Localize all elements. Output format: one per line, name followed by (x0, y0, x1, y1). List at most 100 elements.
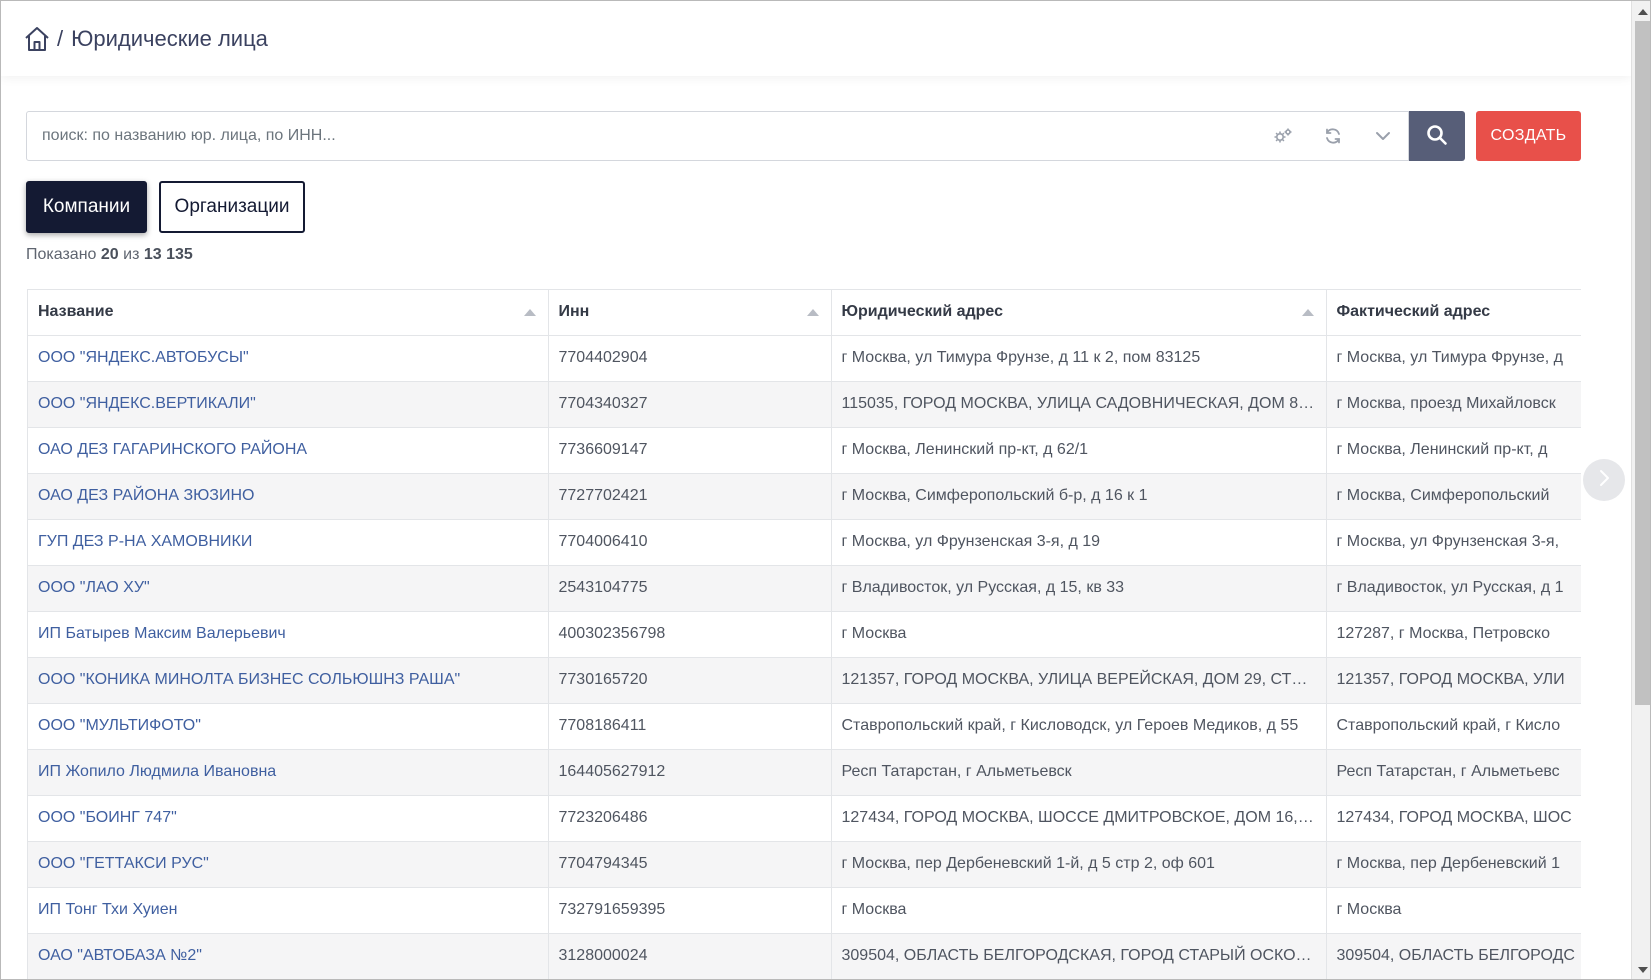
summary-prefix: Показано (26, 246, 97, 263)
search-bar: СОЗДАТЬ (26, 111, 1581, 161)
column-header-name[interactable]: Название (28, 290, 549, 336)
cell-name[interactable]: ООО "ЯНДЕКС.АВТОБУСЫ" (28, 335, 549, 382)
cell-legal-address: 309504, ОБЛАСТЬ БЕЛГОРОДСКАЯ, ГОРОД СТАР… (831, 933, 1327, 979)
cell-name[interactable]: ИП Жопило Людмила Ивановна (28, 749, 549, 796)
cell-legal-address: г Москва, ул Фрунзенская 3-я, д 19 (831, 519, 1327, 566)
table-row[interactable]: ООО "ЯНДЕКС.АВТОБУСЫ" 7704402904 г Москва,… (28, 335, 1581, 382)
cell-name[interactable]: ГУП ДЕЗ Р-НА ХАМОВНИКИ (28, 519, 549, 566)
cell-name[interactable]: ОАО ДЕЗ ГАГАРИНСКОГО РАЙОНА (28, 427, 549, 474)
column-header-legal-address[interactable]: Юридический адрес (831, 290, 1327, 336)
search-input[interactable] (42, 127, 1258, 145)
cell-inn: 7704340327 (548, 381, 832, 428)
cell-name[interactable]: ООО "ЯНДЕКС.ВЕРТИКАЛИ" (28, 381, 549, 428)
cell-actual-address: г Москва, ул Тимура Фрунзе, д (1326, 335, 1581, 382)
scroll-right-button[interactable] (1583, 459, 1625, 501)
column-header-inn[interactable]: Инн (548, 290, 832, 336)
cell-actual-address: г Владивосток, ул Русская, д 1 (1326, 565, 1581, 612)
cell-name[interactable]: ООО "ЛАО ХУ" (28, 565, 549, 612)
cell-inn: 7704006410 (548, 519, 832, 566)
cell-actual-address: Ставропольский край, г Кисло (1326, 703, 1581, 750)
cell-name[interactable]: ОАО "АВТОБАЗА №2" (28, 933, 549, 979)
cell-legal-address: г Москва, Ленинский пр-кт, д 62/1 (831, 427, 1327, 474)
table-row[interactable]: ОАО ДЕЗ ГАГАРИНСКОГО РАЙОНА 7736609147 г М… (28, 427, 1581, 474)
create-button[interactable]: СОЗДАТЬ (1476, 111, 1581, 161)
scroll-down-arrow-icon[interactable] (1638, 967, 1648, 973)
chevron-right-icon (1598, 469, 1610, 492)
cell-inn: 7730165720 (548, 657, 832, 704)
column-header-actual-address[interactable]: Фактический адрес (1326, 290, 1581, 336)
summary-shown-count: 20 (100, 246, 119, 263)
cell-name[interactable]: ООО "БОИНГ 747" (28, 795, 549, 842)
cell-legal-address: г Москва, пер Дербеневский 1-й, д 5 стр … (831, 841, 1327, 888)
cell-name[interactable]: ИП Тонг Тхи Хуиен (28, 887, 549, 934)
cell-legal-address: 121357, ГОРОД МОСКВА, УЛИЦА ВЕРЕЙСКАЯ, Д… (831, 657, 1327, 704)
table-row[interactable]: ООО "КОНИКА МИНОЛТА БИЗНЕС СОЛЬЮШНЗ РАША… (28, 657, 1581, 704)
search-icon (1426, 124, 1448, 149)
cell-legal-address: Респ Татарстан, г Альметьевск (831, 749, 1327, 796)
table-row[interactable]: ООО "ЯНДЕКС.ВЕРТИКАЛИ" 7704340327 115035, … (28, 381, 1581, 428)
tab-companies[interactable]: Компании (26, 181, 147, 233)
page-title: Юридические лица (71, 25, 268, 51)
breadcrumb-separator: / (57, 25, 64, 51)
vertical-scrollbar[interactable] (1631, 1, 1650, 979)
table-row[interactable]: ГУП ДЕЗ Р-НА ХАМОВНИКИ 7704006410 г Москва… (28, 519, 1581, 566)
cell-actual-address: г Москва, проезд Михайловск (1326, 381, 1581, 428)
home-icon[interactable] (23, 25, 51, 53)
column-label: Фактический адрес (1336, 303, 1491, 321)
scrollbar-thumb[interactable] (1635, 21, 1650, 705)
column-label: Инн (558, 303, 590, 321)
sort-arrow-icon[interactable] (1301, 309, 1314, 316)
cell-actual-address: г Москва, Ленинский пр-кт, д (1326, 427, 1581, 474)
cell-actual-address: 127434, ГОРОД МОСКВА, ШОС (1326, 795, 1581, 842)
table-row[interactable]: ООО "МУЛЬТИФОТО" 7708186411 Ставропольский… (28, 703, 1581, 750)
cell-legal-address: г Москва, Симферопольский б-р, д 16 к 1 (831, 473, 1327, 520)
cell-inn: 7704402904 (548, 335, 832, 382)
cell-actual-address: 121357, ГОРОД МОСКВА, УЛИ (1326, 657, 1581, 704)
cell-inn: 7708186411 (548, 703, 832, 750)
cell-name[interactable]: ОАО ДЕЗ РАЙОНА ЗЮЗИНО (28, 473, 549, 520)
tab-organizations[interactable]: Организации (159, 181, 305, 233)
cell-legal-address: 115035, ГОРОД МОСКВА, УЛИЦА САДОВНИЧЕСКА… (831, 381, 1327, 428)
cell-inn: 7727702421 (548, 473, 832, 520)
sort-arrow-icon[interactable] (523, 309, 536, 316)
table-row[interactable]: ООО "БОИНГ 747" 7723206486 127434, ГОРОД М… (28, 795, 1581, 842)
cell-name[interactable]: ИП Батырев Максим Валерьевич (28, 611, 549, 658)
cell-actual-address: 127287, г Москва, Петровско (1326, 611, 1581, 658)
table-row[interactable]: ООО "ЛАО ХУ" 2543104775 г Владивосток, ул … (28, 565, 1581, 612)
table-row[interactable]: ИП Батырев Максим Валерьевич 400302356798… (28, 611, 1581, 658)
cell-name[interactable]: ООО "ГЕТТАКСИ РУС" (28, 841, 549, 888)
cell-actual-address: Респ Татарстан, г Альметьевс (1326, 749, 1581, 796)
sort-arrow-icon[interactable] (806, 309, 819, 316)
cell-legal-address: г Москва (831, 887, 1327, 934)
cell-legal-address: г Москва (831, 611, 1327, 658)
refresh-icon[interactable] (1308, 112, 1358, 160)
table-row[interactable]: ИП Тонг Тхи Хуиен 732791659395 г Москва г М… (28, 887, 1581, 934)
cell-inn: 164405627912 (548, 749, 832, 796)
cell-actual-address: г Москва, Симферопольский (1326, 473, 1581, 520)
cell-actual-address: г Москва, пер Дербеневский 1 (1326, 841, 1581, 888)
cell-inn: 732791659395 (548, 887, 832, 934)
filter-gears-icon[interactable] (1258, 112, 1308, 160)
cell-actual-address: 309504, ОБЛАСТЬ БЕЛГОРОДС (1326, 933, 1581, 979)
table-row[interactable]: ООО "ГЕТТАКСИ РУС" 7704794345 г Москва, пе… (28, 841, 1581, 888)
app-window: / Юридические лица поиск: по названию юр… (0, 0, 1651, 980)
results-summary: Показано 20 из 13 135 (26, 246, 193, 264)
summary-middle: из (123, 246, 140, 263)
cell-inn: 7736609147 (548, 427, 832, 474)
companies-table: Название Инн Юридический адрес Фактическ… (27, 289, 1581, 979)
cell-inn: 400302356798 (548, 611, 832, 658)
scroll-up-arrow-icon[interactable] (1638, 9, 1648, 15)
search-box (26, 111, 1409, 161)
cell-actual-address: г Москва (1326, 887, 1581, 934)
cell-legal-address: г Владивосток, ул Русская, д 15, кв 33 (831, 565, 1327, 612)
chevron-down-icon[interactable] (1358, 112, 1408, 160)
column-label: Название (38, 303, 114, 321)
table-row[interactable]: ОАО ДЕЗ РАЙОНА ЗЮЗИНО 7727702421 г Москва,… (28, 473, 1581, 520)
cell-name[interactable]: ООО "КОНИКА МИНОЛТА БИЗНЕС СОЛЬЮШНЗ РАША… (28, 657, 549, 704)
table-row[interactable]: ОАО "АВТОБАЗА №2" 3128000024 309504, ОБЛАС… (28, 933, 1581, 979)
tab-bar: Компании Организации (26, 181, 305, 233)
cell-name[interactable]: ООО "МУЛЬТИФОТО" (28, 703, 549, 750)
search-button[interactable] (1409, 111, 1465, 161)
cell-legal-address: г Москва, ул Тимура Фрунзе, д 11 к 2, по… (831, 335, 1327, 382)
table-row[interactable]: ИП Жопило Людмила Ивановна 164405627912 Ре… (28, 749, 1581, 796)
